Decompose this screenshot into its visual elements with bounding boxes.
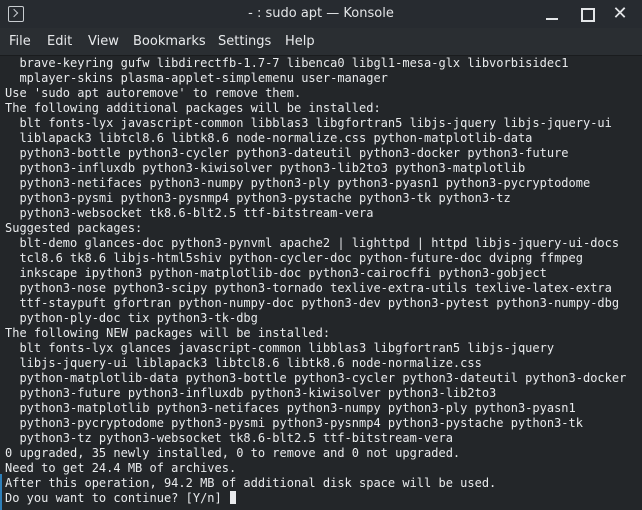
terminal-line: python-matplotlib-data python3-bottle py… <box>5 371 627 385</box>
maximize-button[interactable] <box>577 4 597 24</box>
terminal-line: python3-nose python3-scipy python3-torna… <box>5 281 612 295</box>
terminal-line: python3-netifaces python3-numpy python3-… <box>5 176 591 190</box>
title-bar[interactable]: - : sudo apt — Konsole ✕ <box>0 0 642 28</box>
terminal-line: python3-influxdb python3-kiwisolver pyth… <box>5 161 526 175</box>
continue-prompt: Do you want to continue? [Y/n] <box>5 491 229 505</box>
terminal-line: libjs-jquery-ui liblapack3 libtcl8.6 lib… <box>5 356 482 370</box>
terminal-prompt-line[interactable]: Do you want to continue? [Y/n] <box>5 491 626 506</box>
terminal-line: ttf-staypuft gfortran python-numpy-doc p… <box>5 296 620 310</box>
terminal-line: tcl8.6 tk8.6 libjs-html5shiv python-cycl… <box>5 251 583 265</box>
close-button[interactable]: ✕ <box>610 4 630 24</box>
minimize-button[interactable] <box>542 4 562 24</box>
terminal-line: The following NEW packages will be insta… <box>5 326 331 340</box>
menu-file[interactable]: File <box>9 33 31 50</box>
terminal-line: python3-pycryptodome python3-pysmi pytho… <box>5 416 583 430</box>
text-cursor <box>229 491 236 504</box>
terminal-line: liblapack3 libtcl8.6 libtk8.6 node-norma… <box>5 131 533 145</box>
menu-edit[interactable]: Edit <box>47 33 72 50</box>
konsole-window: - : sudo apt — Konsole ✕ File Edit View … <box>0 0 642 510</box>
menu-bookmarks[interactable]: Bookmarks <box>133 33 206 50</box>
terminal-line: Need to get 24.4 MB of archives. <box>5 461 237 475</box>
menu-view[interactable]: View <box>88 33 119 50</box>
terminal-line: python-ply-doc tix python3-tk-dbg <box>5 311 258 325</box>
terminal-line: python3-future python3-influxdb python3-… <box>5 386 497 400</box>
terminal-line: Use 'sudo apt autoremove' to remove them… <box>5 86 302 100</box>
terminal-lines: brave-keyring gufw libdirectfb-1.7-7 lib… <box>5 56 626 506</box>
terminal-line: The following additional packages will b… <box>5 101 381 115</box>
terminal-line: python3-bottle python3-cycler python3-da… <box>5 146 569 160</box>
terminal-output[interactable]: brave-keyring gufw libdirectfb-1.7-7 lib… <box>0 56 642 510</box>
focus-indicator <box>0 474 2 510</box>
terminal-line: python3-tz python3-websocket tk8.6-blt2.… <box>5 431 453 445</box>
terminal-line: Suggested packages: <box>5 221 143 235</box>
terminal-line: brave-keyring gufw libdirectfb-1.7-7 lib… <box>5 56 569 70</box>
terminal-line: inkscape ipython3 python-matplotlib-doc … <box>5 266 547 280</box>
terminal-line: blt fonts-lyx glances javascript-common … <box>5 341 555 355</box>
terminal-line: python3-pysmi python3-pysnmp4 python3-py… <box>5 191 511 205</box>
terminal-line: After this operation, 94.2 MB of additio… <box>5 476 497 490</box>
terminal-line: python3-matplotlib python3-netifaces pyt… <box>5 401 576 415</box>
terminal-line: mplayer-skins plasma-applet-simplemenu u… <box>5 71 388 85</box>
menu-bar: File Edit View Bookmarks Settings Help <box>0 28 642 56</box>
terminal-line: 0 upgraded, 35 newly installed, 0 to rem… <box>5 446 461 460</box>
terminal-line: blt fonts-lyx javascript-common libblas3… <box>5 116 612 130</box>
menu-help[interactable]: Help <box>285 33 315 50</box>
terminal-line: blt-demo glances-doc python3-pynvml apac… <box>5 236 620 250</box>
terminal-line: python3-websocket tk8.6-blt2.5 ttf-bitst… <box>5 206 374 220</box>
menu-settings[interactable]: Settings <box>218 33 271 50</box>
